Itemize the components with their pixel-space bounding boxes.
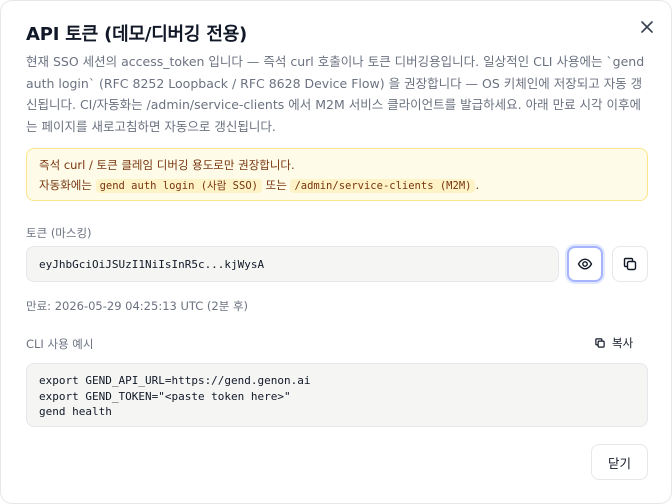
dialog-title: API 토큰 (데모/디버깅 전용) (26, 24, 248, 45)
copy-icon (623, 257, 637, 271)
api-token-dialog: API 토큰 (데모/디버깅 전용) 현재 SSO 세션의 access_tok… (0, 0, 672, 504)
close-icon (641, 21, 653, 33)
token-label: 토큰 (마스킹) (26, 226, 92, 240)
eye-icon (577, 258, 593, 270)
copy-cli-button[interactable]: 복사 (594, 335, 633, 351)
reveal-token-button[interactable] (567, 246, 603, 282)
copy-cli-label: 복사 (612, 336, 634, 350)
close-button[interactable] (635, 15, 659, 39)
token-field[interactable]: eyJhbGciOiJSUzI1NiIsInR5c...kjWysA (26, 246, 559, 282)
cli-code-block: export GEND_API_URL=https://gend.genon.a… (26, 363, 648, 427)
token-expiry: 만료: 2026-05-29 04:25:13 UTC (2분 후) (26, 299, 249, 313)
notice-mid: 또는 (265, 178, 287, 192)
token-value: eyJhbGciOiJSUzI1NiIsInR5c...kjWysA (39, 257, 265, 271)
close-dialog-button[interactable]: 닫기 (591, 444, 648, 480)
notice-code-login: gend auth login (사람 SSO) (95, 179, 262, 193)
notice-line-2: 자동화에는 gend auth login (사람 SSO) 또는 /admin… (39, 175, 635, 196)
notice-prefix: 자동화에는 (39, 178, 92, 192)
cli-example-label: CLI 사용 예시 (26, 337, 94, 351)
warning-notice: 즉석 curl / 토큰 클레임 디버깅 용도로만 권장합니다. 자동화에는 g… (26, 148, 648, 201)
notice-suffix: . (475, 178, 480, 192)
dialog-description: 현재 SSO 세션의 access_token 입니다 — 즉석 curl 호출… (26, 54, 645, 134)
notice-code-service-clients: /admin/service-clients (M2M) (290, 179, 476, 193)
copy-token-button[interactable] (612, 246, 648, 282)
notice-line-1: 즉석 curl / 토큰 클레임 디버깅 용도로만 권장합니다. (39, 158, 295, 172)
copy-icon (595, 338, 605, 348)
